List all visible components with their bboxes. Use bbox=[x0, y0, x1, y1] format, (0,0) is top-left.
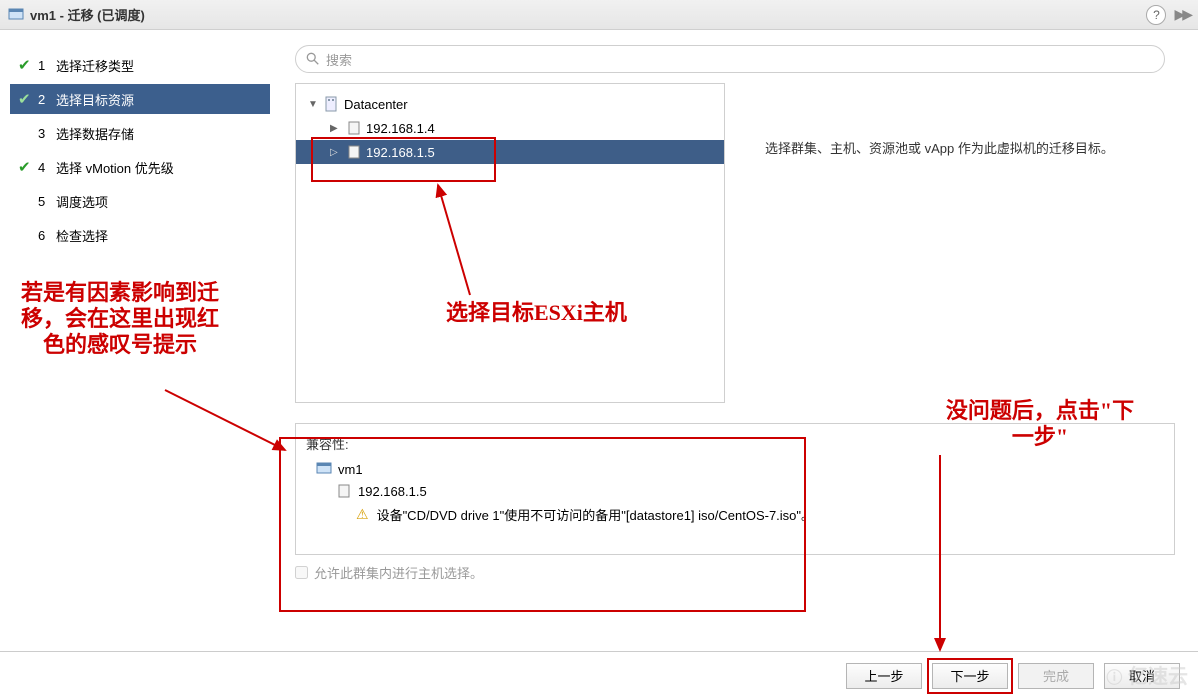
wizard-steps: ✔ 1 选择迁移类型 ✔ 2 选择目标资源 3 选择数据存储 ✔ 4 选择 vM… bbox=[0, 30, 280, 650]
host-icon bbox=[346, 120, 362, 136]
compat-warning: 设备"CD/DVD drive 1"使用不可访问的备用"[datastore1]… bbox=[377, 505, 814, 524]
host-icon bbox=[346, 144, 362, 160]
expand-icon[interactable]: ▶▶ bbox=[1174, 6, 1190, 23]
vm-icon bbox=[8, 7, 24, 23]
allow-host-checkbox bbox=[295, 566, 308, 579]
wizard-step-6[interactable]: 6 检查选择 bbox=[10, 220, 270, 250]
tree-host-2[interactable]: ▷ 192.168.1.5 bbox=[296, 140, 724, 164]
expand-icon[interactable]: ▷ bbox=[330, 147, 342, 158]
instruction-text: 选择群集、主机、资源池或 vApp 作为此虚拟机的迁移目标。 bbox=[765, 138, 1145, 403]
host-icon bbox=[336, 483, 352, 499]
tree-host-1[interactable]: ▶ 192.168.1.4 bbox=[296, 116, 724, 140]
watermark: ⓘ 亿速云 bbox=[1106, 660, 1188, 689]
resource-tree: ▼ Datacenter ▶ 192.168.1.4 ▷ 192.168.1.5 bbox=[295, 83, 725, 403]
expand-icon[interactable]: ▶ bbox=[330, 123, 342, 134]
next-button[interactable]: 下一步 bbox=[932, 663, 1008, 689]
check-icon: ✔ bbox=[18, 90, 38, 108]
wizard-step-3[interactable]: 3 选择数据存储 bbox=[10, 118, 270, 148]
wizard-step-5[interactable]: 5 调度选项 bbox=[10, 186, 270, 216]
warning-icon: ⚠ bbox=[356, 506, 369, 523]
compat-vm: vm1 bbox=[338, 462, 363, 477]
search-icon bbox=[306, 52, 320, 66]
vm-icon bbox=[316, 461, 332, 477]
collapse-icon[interactable]: ▼ bbox=[308, 99, 320, 110]
help-icon[interactable]: ? bbox=[1146, 5, 1166, 25]
search-placeholder: 搜索 bbox=[326, 50, 352, 69]
window-title: vm1 - 迁移 (已调度) bbox=[30, 5, 145, 24]
search-input[interactable]: 搜索 bbox=[295, 45, 1165, 73]
tree-datacenter[interactable]: ▼ Datacenter bbox=[296, 92, 724, 116]
compatibility-panel: 兼容性: vm1 192.168.1.5 ⚠ 设备"CD/DVD drive 1… bbox=[295, 423, 1175, 555]
title-bar: vm1 - 迁移 (已调度) ? ▶▶ bbox=[0, 0, 1198, 30]
back-button[interactable]: 上一步 bbox=[846, 663, 922, 689]
finish-button: 完成 bbox=[1018, 663, 1094, 689]
check-icon: ✔ bbox=[18, 158, 38, 176]
check-icon: ✔ bbox=[18, 56, 38, 74]
footer-buttons: 上一步 下一步 完成 取消 bbox=[0, 651, 1198, 699]
datacenter-icon bbox=[324, 96, 340, 112]
allow-host-checkbox-row: 允许此群集内进行主机选择。 bbox=[295, 563, 1183, 582]
wizard-step-1[interactable]: ✔ 1 选择迁移类型 bbox=[10, 50, 270, 80]
wizard-step-4[interactable]: ✔ 4 选择 vMotion 优先级 bbox=[10, 152, 270, 182]
wizard-step-2[interactable]: ✔ 2 选择目标资源 bbox=[10, 84, 270, 114]
compat-host: 192.168.1.5 bbox=[358, 484, 427, 499]
compat-title: 兼容性: bbox=[306, 434, 1164, 453]
content-pane: 搜索 ▼ Datacenter ▶ 192.168.1.4 ▷ bbox=[280, 30, 1198, 650]
